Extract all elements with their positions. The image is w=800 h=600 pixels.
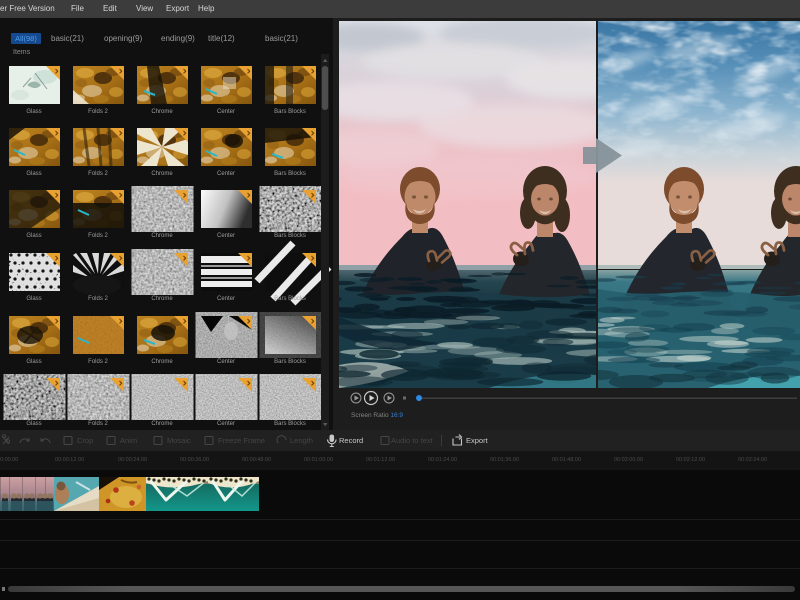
svg-text:Center: Center bbox=[217, 233, 235, 239]
svg-text:Bars Blocks: Bars Blocks bbox=[274, 296, 306, 302]
svg-text:Bars Blocks: Bars Blocks bbox=[274, 171, 306, 177]
svg-text:Bars Blocks: Bars Blocks bbox=[274, 233, 306, 239]
svg-text:Chrome: Chrome bbox=[151, 421, 173, 427]
svg-text:Glass: Glass bbox=[26, 171, 41, 177]
svg-text:Chrome: Chrome bbox=[151, 109, 173, 115]
svg-text:Center: Center bbox=[217, 109, 235, 115]
svg-text:Glass: Glass bbox=[26, 421, 41, 427]
svg-text:Folds 2: Folds 2 bbox=[88, 109, 108, 115]
svg-text:Chrome: Chrome bbox=[151, 296, 173, 302]
svg-text:Chrome: Chrome bbox=[151, 171, 173, 177]
svg-text:Folds 2: Folds 2 bbox=[88, 359, 108, 365]
svg-text:Center: Center bbox=[217, 296, 235, 302]
svg-text:Glass: Glass bbox=[26, 296, 41, 302]
svg-text:Folds 2: Folds 2 bbox=[88, 233, 108, 239]
svg-text:Center: Center bbox=[217, 171, 235, 177]
svg-text:Glass: Glass bbox=[26, 359, 41, 365]
svg-text:Center: Center bbox=[217, 421, 235, 427]
svg-text:Glass: Glass bbox=[26, 109, 41, 115]
svg-text:Center: Center bbox=[217, 359, 235, 365]
svg-text:Folds 2: Folds 2 bbox=[88, 296, 108, 302]
svg-text:Folds 2: Folds 2 bbox=[88, 171, 108, 177]
svg-text:Glass: Glass bbox=[26, 233, 41, 239]
svg-text:Folds 2: Folds 2 bbox=[88, 421, 108, 427]
svg-text:Bars Blocks: Bars Blocks bbox=[274, 359, 306, 365]
svg-text:Bars Blocks: Bars Blocks bbox=[274, 109, 306, 115]
svg-text:Bars Blocks: Bars Blocks bbox=[274, 421, 306, 427]
svg-text:Chrome: Chrome bbox=[151, 233, 173, 239]
svg-text:Chrome: Chrome bbox=[151, 359, 173, 365]
